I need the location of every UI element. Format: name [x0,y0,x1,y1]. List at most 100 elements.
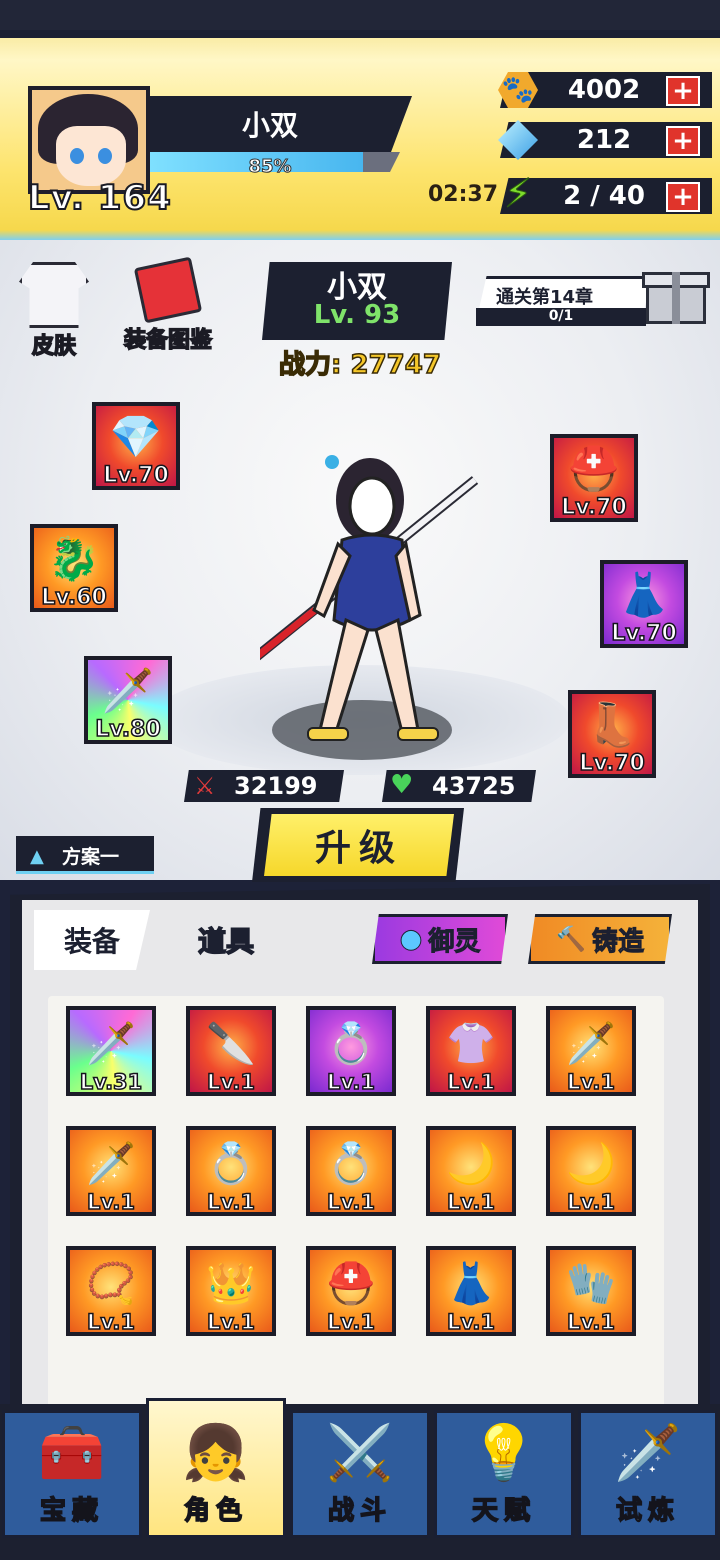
item-level: Lv.1 [326,1309,375,1334]
item-level: Lv.1 [566,1069,615,1094]
character-avatar-icon: 👧 [182,1421,250,1484]
helmet-icon: ⛑️ [567,444,621,493]
boot-icon: 👢 [585,700,639,749]
item-level: Lv.1 [566,1309,615,1334]
inventory-item[interactable]: 💍 Lv.1 [186,1126,276,1216]
lightning-icon: ⚡ [503,171,533,218]
skin-label: 皮肤 [31,333,77,360]
combat-power: 战力: 27747 [278,349,441,381]
nav-treasure[interactable]: 🧰 宝藏 [2,1410,142,1538]
jade-pendant-icon: 🌙 [566,1141,616,1187]
inventory-item[interactable]: 🌙 Lv.1 [546,1126,636,1216]
chapter-reward-progress: 0/1 [476,308,646,326]
helmet-icon: ⛑️ [326,1261,376,1307]
triangle-up-icon: ▲ [30,846,44,867]
inventory-item[interactable]: 🧤 Lv.1 [546,1246,636,1336]
inventory-item[interactable]: 🗡️ Lv.1 [546,1006,636,1096]
equip-atlas-button[interactable]: 装备图鉴 [118,256,218,354]
tiara-icon: 👑 [206,1261,256,1307]
rainbow-blade-icon: 🗡️ [86,1021,136,1067]
attack-value: 32199 [234,772,318,800]
red-sword-icon: 🔪 [206,1021,256,1067]
player-name: 小双 [241,109,298,142]
nav-battle[interactable]: ⚔️ 战斗 [290,1410,430,1538]
light-bulb-icon: 💡 [470,1421,538,1484]
blade-icon: 🗡️ [101,666,155,715]
item-level: Lv.1 [446,1069,495,1094]
forge-button[interactable]: 🔨 铸造 [528,914,672,964]
item-level: Lv.1 [326,1069,375,1094]
item-level: Lv.1 [446,1189,495,1214]
inventory-item[interactable]: 📿 Lv.1 [66,1246,156,1336]
blade-icon: 🗡️ [86,1141,136,1187]
crossed-swords-icon: ⚔️ [326,1421,394,1484]
nav-talent[interactable]: 💡 天赋 [434,1410,574,1538]
equipped-armor-slot[interactable]: 👗 Lv.70 [600,560,688,648]
item-level: Lv.1 [566,1189,615,1214]
equipped-helmet-slot[interactable]: ⛑️ Lv.70 [550,434,638,522]
item-level: Lv.1 [206,1069,255,1094]
blade-icon: 🗡️ [566,1021,616,1067]
hero-character[interactable] [260,440,480,750]
inventory-item[interactable]: 👑 Lv.1 [186,1246,276,1336]
equipped-necklace-slot[interactable]: 💎 Lv.70 [92,402,180,490]
upgrade-button[interactable]: 升级 [264,814,454,876]
exp-percent: 85% [248,156,292,178]
maid-outfit-icon: 👗 [617,570,671,619]
dragon-ring-icon: 🐉 [47,534,101,583]
item-level: Lv.1 [206,1189,255,1214]
gem-value: 212 [576,125,632,155]
spirit-button[interactable]: ● 御灵 [372,914,508,964]
maid-outfit-icon: 👗 [446,1261,496,1307]
energy-timer: 02:37 [428,182,499,207]
necklace-icon: 💎 [109,412,163,461]
item-level: Lv.1 [86,1189,135,1214]
energy-value: 2 / 40 [563,181,645,211]
shirt-icon [19,262,89,328]
inventory-item[interactable]: 💍 Lv.1 [306,1006,396,1096]
inventory-item[interactable]: 🗡️ Lv.1 [66,1126,156,1216]
item-level: Lv.31 [79,1069,143,1094]
player-level: Lv. 164 [27,177,172,219]
hammer-icon: 🔨 [556,925,587,954]
add-gems-button[interactable]: + [666,126,700,156]
equipped-boots-slot[interactable]: 👢 Lv.70 [568,690,656,778]
equip-atlas-label: 装备图鉴 [123,327,213,354]
glove-icon: 🧤 [566,1261,616,1307]
tab-items[interactable]: 道具 [176,914,276,966]
bead-necklace-icon: 📿 [86,1261,136,1307]
gem-ring-icon: 💍 [326,1141,376,1187]
hero-level: Lv. 93 [313,300,401,330]
book-icon [133,256,203,324]
inventory-item[interactable]: 👚 Lv.1 [426,1006,516,1096]
treasure-chest-icon: 🧰 [38,1421,106,1484]
sailor-top-icon: 👚 [446,1021,496,1067]
inventory-item[interactable]: 🗡️ Lv.31 [66,1006,156,1096]
item-level: Lv.1 [86,1309,135,1334]
gift-box-icon[interactable] [640,258,712,324]
hud-stripe [0,30,720,38]
coin-value: 4002 [567,75,641,105]
gem-ring-icon: 💍 [326,1021,376,1067]
tab-equipment[interactable]: 装备 [34,910,150,970]
winged-sword-icon: 🗡️ [614,1421,682,1484]
inventory-item[interactable]: 💍 Lv.1 [306,1126,396,1216]
chapter-reward-title: 通关第14章 [496,287,594,308]
sword-icon: ⚔ [194,772,216,800]
add-coins-button[interactable]: + [666,76,700,106]
item-level: Lv.1 [206,1309,255,1334]
inventory-item[interactable]: 🔪 Lv.1 [186,1006,276,1096]
add-energy-button[interactable]: + [666,182,700,212]
nav-trial[interactable]: 🗡️ 试炼 [578,1410,718,1538]
equipped-weapon-slot[interactable]: 🗡️ Lv.80 [84,656,172,744]
hp-value: 43725 [432,772,516,800]
swirl-icon: ● [399,924,423,955]
inventory-item[interactable]: 🌙 Lv.1 [426,1126,516,1216]
equipped-ring-slot[interactable]: 🐉 Lv.60 [30,524,118,612]
inventory-item[interactable]: 👗 Lv.1 [426,1246,516,1336]
gem-ring-icon: 💍 [206,1141,256,1187]
nav-character[interactable]: 👧 角色 [146,1398,286,1538]
spirit-button-label: 御灵 [428,926,481,957]
skin-button[interactable]: 皮肤 [14,262,94,360]
inventory-item[interactable]: ⛑️ Lv.1 [306,1246,396,1336]
